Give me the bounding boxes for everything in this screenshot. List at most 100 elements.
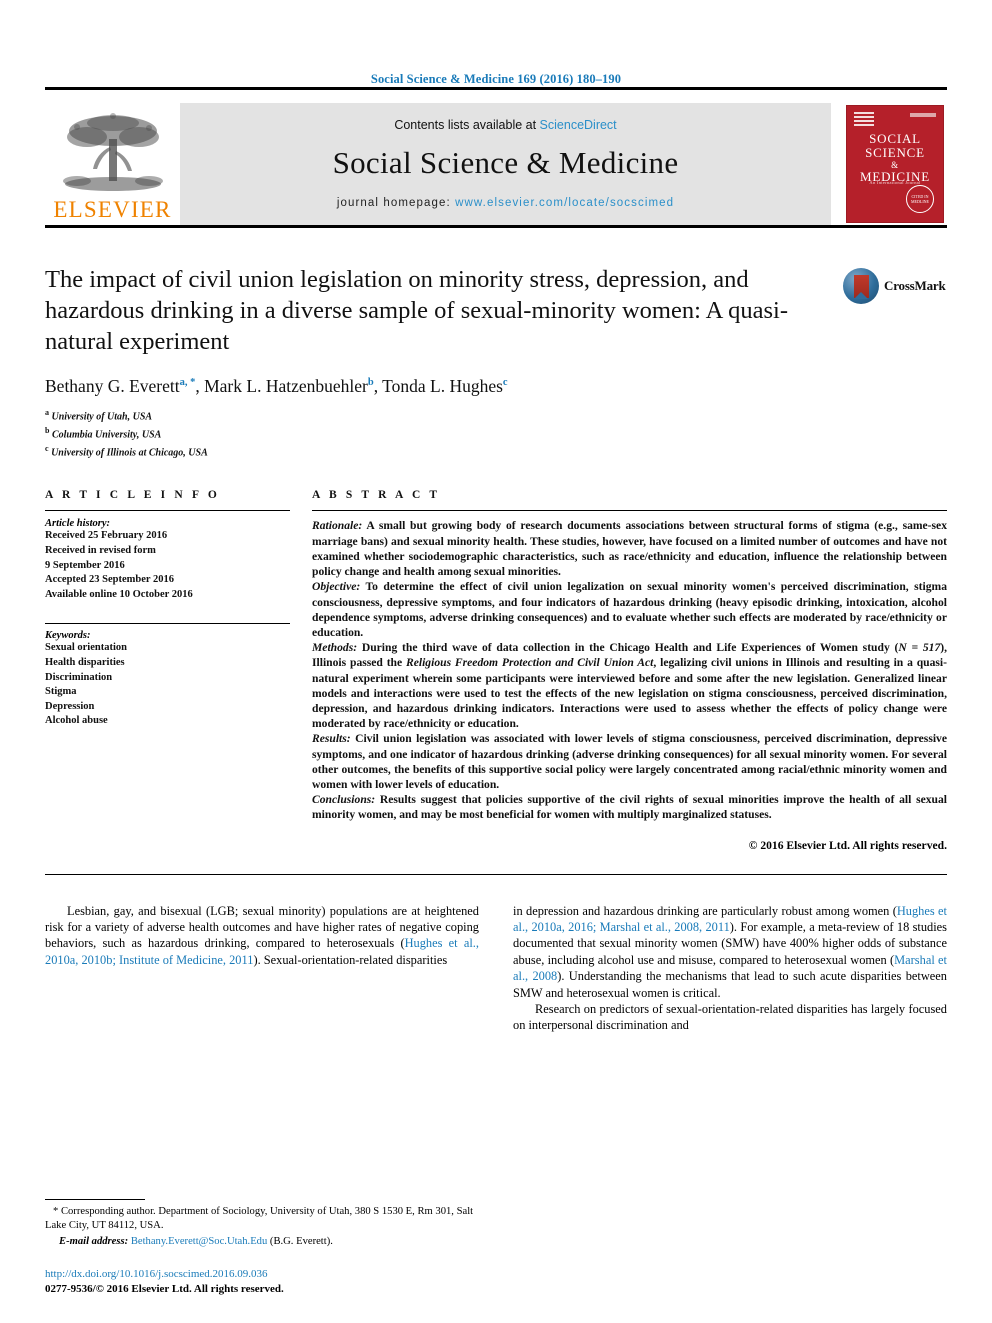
abstract-results: Results: Civil union legislation was ass…: [312, 731, 947, 792]
email-link[interactable]: Bethany.Everett@Soc.Utah.Edu: [131, 1236, 267, 1247]
body-left-seg2: ). Sexual-orientation-related disparitie…: [253, 952, 448, 967]
keywords-label: Keywords:: [45, 630, 91, 642]
author-name-2[interactable]: Mark L. Hatzenbuehler: [204, 376, 368, 396]
affiliation-mark-c: c: [45, 443, 49, 453]
journal-homepage-line: journal homepage: www.elsevier.com/locat…: [337, 197, 674, 209]
abstract-rationale-text: A small but growing body of research doc…: [312, 519, 947, 579]
abstract-conclusions-label: Conclusions:: [312, 793, 376, 807]
abstract-objective: Objective: To determine the effect of ci…: [312, 579, 947, 640]
cover-title: SOCIAL SCIENCE & MEDICINE: [847, 132, 943, 184]
author-marks-2: b: [367, 377, 374, 389]
affiliation-mark-b: b: [45, 425, 50, 435]
affiliation-item: c University of Illinois at Chicago, USA: [45, 442, 947, 460]
crossmark-icon: [843, 268, 879, 304]
body-separator-rule: [45, 873, 947, 875]
body-column-right: in depression and hazardous drinking are…: [513, 903, 947, 1034]
keywords-rule: [45, 623, 290, 625]
running-head: Social Science & Medicine 169 (2016) 180…: [370, 72, 622, 86]
email-label: E-mail address:: [59, 1236, 129, 1247]
homepage-url-link[interactable]: www.elsevier.com/locate/socscimed: [455, 197, 674, 209]
abstract-results-text: Civil union legislation was associated w…: [312, 732, 947, 791]
affiliation-mark-a: a: [45, 408, 49, 417]
abstract-rationale: Rationale: A small but growing body of r…: [312, 518, 947, 579]
title-block: The impact of civil union legislation on…: [45, 264, 947, 357]
body-paragraph: Research on predictors of sexual-orienta…: [513, 1001, 947, 1033]
history-item: Accepted 23 September 2016: [45, 574, 174, 586]
body-paragraph: Lesbian, gay, and bisexual (LGB; sexual …: [45, 903, 479, 969]
cover-title-line1: SOCIAL: [869, 131, 921, 146]
journal-title: Social Science & Medicine: [332, 144, 679, 180]
crossmark-ribbon-icon: [853, 274, 869, 299]
info-abstract-section: A R T I C L E I N F O Article history: R…: [45, 489, 947, 852]
affiliation-item: a University of Utah, USA: [45, 406, 947, 424]
keyword-item: Sexual orientation: [45, 642, 127, 654]
history-item: Available online 10 October 2016: [45, 588, 193, 600]
email-suffix: (B.G. Everett).: [267, 1236, 333, 1247]
abstract-heading: A B S T R A C T: [312, 489, 441, 502]
elsevier-logo: ELSEVIER: [45, 103, 180, 225]
homepage-prefix: journal homepage:: [336, 196, 456, 209]
abstract-methods-label: Methods:: [312, 641, 358, 655]
body-right-seg3: ). Understanding the mechanisms that lea…: [513, 969, 947, 1000]
masthead-top-rule: [45, 87, 947, 90]
keyword-item: Depression: [45, 700, 95, 712]
body-column-left: Lesbian, gay, and bisexual (LGB; sexual …: [45, 903, 479, 1034]
article-info-rule: [45, 510, 290, 512]
journal-cover-thumbnail[interactable]: SOCIAL SCIENCE & MEDICINE An Internation…: [843, 103, 947, 225]
sciencedirect-link[interactable]: ScienceDirect: [540, 118, 617, 132]
corresponding-text: Corresponding author. Department of Soci…: [45, 1206, 474, 1231]
affiliation-item: b Columbia University, USA: [45, 424, 947, 442]
contents-available-line: Contents lists available at ScienceDirec…: [394, 118, 616, 132]
abstract-rule: [312, 510, 947, 512]
doi-block: http://dx.doi.org/10.1016/j.socscimed.20…: [45, 1267, 475, 1297]
abstract-conclusions-text: Results suggest that policies supportive…: [312, 793, 947, 822]
author-marks-1: a, *: [179, 377, 196, 389]
crossmark-label: CrossMark: [884, 278, 946, 293]
cover-seal-text: CITED IN MEDLINE: [911, 194, 929, 204]
paper-page: Social Science & Medicine 169 (2016) 180…: [0, 0, 992, 1323]
footnote-rule: [45, 1199, 145, 1200]
affiliation-text-b: Columbia University, USA: [51, 429, 162, 441]
elsevier-tree-icon: [62, 113, 163, 191]
email-note: E-mail address: Bethany.Everett@Soc.Utah…: [45, 1235, 475, 1249]
abstract-methods-text-1: During the third wave of data collection…: [357, 641, 899, 655]
body-paragraph: in depression and hazardous drinking are…: [513, 903, 947, 1001]
cover-seal-icon: CITED IN MEDLINE: [906, 185, 934, 213]
author-list: Bethany G. Everetta, *, Mark L. Hatzenbu…: [45, 376, 508, 396]
crossmark-badge[interactable]: CrossMark: [843, 264, 947, 304]
article-info-heading: A R T I C L E I N F O: [45, 489, 220, 502]
affiliation-text-c: University of Illinois at Chicago, USA: [51, 446, 208, 458]
affiliation-list: a University of Utah, USA b Columbia Uni…: [45, 406, 947, 459]
keywords-block: Keywords: Sexual orientation Health disp…: [45, 623, 290, 729]
keyword-item: Health disparities: [45, 657, 125, 669]
keywords-list: Sexual orientation Health disparities Di…: [45, 641, 290, 729]
abstract-copyright: © 2016 Elsevier Ltd. All rights reserved…: [748, 838, 947, 852]
doi-link[interactable]: http://dx.doi.org/10.1016/j.socscimed.20…: [45, 1267, 475, 1282]
footnote-block: * Corresponding author. Department of So…: [45, 1199, 475, 1297]
elsevier-wordmark: ELSEVIER: [53, 197, 172, 222]
article-history-list: Received 25 February 2016 Received in re…: [45, 529, 290, 602]
cover-tagline: An International Journal: [869, 180, 921, 185]
masthead-bottom-rule: [45, 225, 947, 228]
article-info-column: A R T I C L E I N F O Article history: R…: [45, 489, 290, 851]
abstract-objective-text: To determine the effect of civil union l…: [312, 580, 947, 639]
cover-title-line2: SCIENCE: [865, 145, 925, 160]
history-item: Received 25 February 2016: [45, 530, 168, 542]
article-history-label: Article history:: [45, 518, 111, 530]
author-marks-3: c: [502, 377, 508, 389]
abstract-rationale-label: Rationale:: [312, 519, 363, 533]
keyword-item: Alcohol abuse: [45, 715, 108, 727]
abstract-column: A B S T R A C T Rationale: A small but g…: [312, 489, 947, 852]
abstract-conclusions: Conclusions: Results suggest that polici…: [312, 792, 947, 822]
journal-masthead: ELSEVIER Contents lists available at Sci…: [45, 103, 947, 225]
abstract-results-label: Results:: [312, 732, 351, 746]
keyword-item: Stigma: [45, 686, 77, 698]
abstract-methods: Methods: During the third wave of data c…: [312, 640, 947, 731]
author-name-1[interactable]: Bethany G. Everett: [45, 376, 180, 396]
title-container: The impact of civil union legislation on…: [45, 264, 843, 357]
author-name-3[interactable]: Tonda L. Hughes: [382, 376, 503, 396]
abstract-objective-label: Objective:: [312, 580, 361, 594]
history-item: Received in revised form: [45, 545, 156, 557]
abstract-methods-act-title: Religious Freedom Protection and Civil U…: [405, 656, 654, 670]
body-columns: Lesbian, gay, and bisexual (LGB; sexual …: [45, 903, 947, 1034]
